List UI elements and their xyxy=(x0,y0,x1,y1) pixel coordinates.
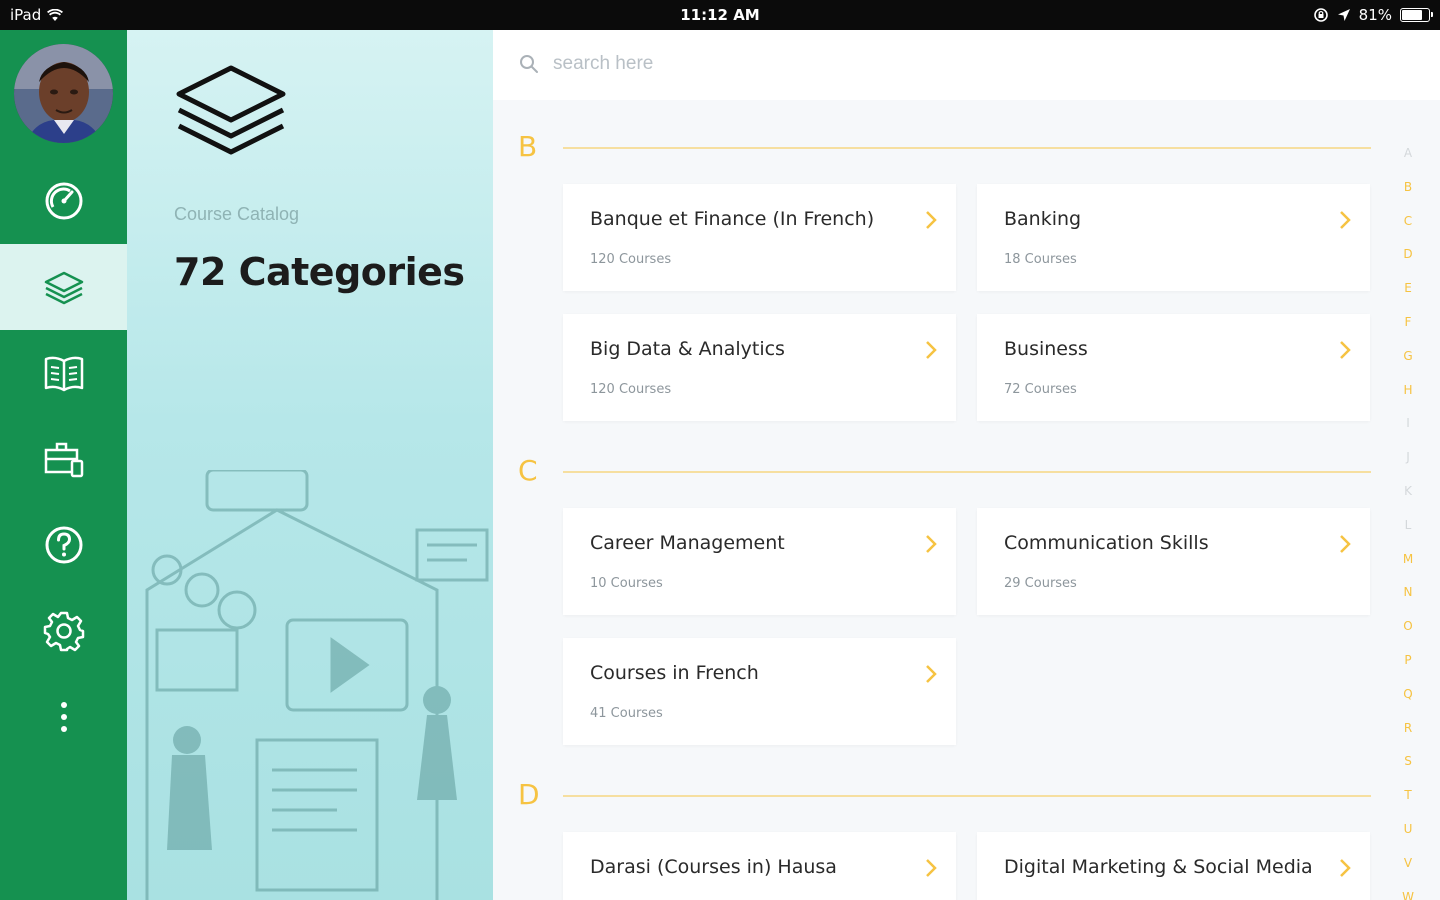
category-name: Banque et Finance (In French) xyxy=(590,208,875,230)
alphabet-letter-m[interactable]: M xyxy=(1396,549,1420,583)
chevron-right-icon xyxy=(926,211,937,229)
category-count: 72 Courses xyxy=(1004,382,1077,397)
learning-illustration xyxy=(145,470,489,900)
alphabet-letter-u[interactable]: U xyxy=(1396,819,1420,853)
category-name: Career Management xyxy=(590,532,785,554)
category-card-french[interactable]: Courses in French 41 Courses xyxy=(563,638,956,745)
search-input[interactable] xyxy=(553,48,1153,80)
category-name: Business xyxy=(1004,338,1088,360)
nav-library[interactable] xyxy=(0,330,127,416)
alphabet-letter-f[interactable]: F xyxy=(1396,312,1420,346)
help-icon xyxy=(45,526,82,564)
section-divider-d xyxy=(563,795,1371,797)
category-name: Big Data & Analytics xyxy=(590,338,785,360)
battery-percent: 81% xyxy=(1358,6,1392,24)
location-arrow-icon xyxy=(1337,9,1350,21)
category-card-banking[interactable]: Banking 18 Courses xyxy=(977,184,1370,291)
category-name: Digital Marketing & Social Media xyxy=(1004,856,1313,878)
main-content: B Banque et Finance (In French) 120 Cour… xyxy=(493,30,1440,900)
category-name: Courses in French xyxy=(590,662,759,684)
category-card-hausa[interactable]: Darasi (Courses in) Hausa xyxy=(563,832,956,900)
alphabet-letter-r[interactable]: R xyxy=(1396,718,1420,752)
alphabet-letter-k[interactable]: K xyxy=(1396,481,1420,515)
alphabet-letter-a[interactable]: A xyxy=(1396,143,1420,177)
alphabet-letter-c[interactable]: C xyxy=(1396,211,1420,245)
orientation-lock-icon xyxy=(1313,8,1328,22)
chevron-right-icon xyxy=(1340,859,1351,877)
layers-logo-icon xyxy=(176,65,286,155)
nav-settings[interactable] xyxy=(0,588,127,674)
dashboard-icon xyxy=(45,182,82,220)
panel-title: 72 Categories xyxy=(174,250,465,294)
avatar-portrait xyxy=(14,44,113,143)
section-letter-c: C xyxy=(518,454,538,487)
battery-icon xyxy=(1400,8,1433,22)
chevron-right-icon xyxy=(926,341,937,359)
category-card-big-data[interactable]: Big Data & Analytics 120 Courses xyxy=(563,314,956,421)
alphabet-letter-l[interactable]: L xyxy=(1396,515,1420,549)
category-count: 41 Courses xyxy=(590,706,663,721)
category-card-banque[interactable]: Banque et Finance (In French) 120 Course… xyxy=(563,184,956,291)
category-count: 29 Courses xyxy=(1004,576,1077,591)
nav-catalog[interactable] xyxy=(0,244,127,330)
nav-dashboard[interactable] xyxy=(0,158,127,244)
avatar[interactable] xyxy=(14,44,113,143)
catalog-panel: Course Catalog 72 Categories xyxy=(127,30,493,900)
alphabet-letter-w[interactable]: W xyxy=(1396,887,1420,900)
panel-subtitle: Course Catalog xyxy=(174,204,300,224)
nav-more[interactable] xyxy=(0,674,127,760)
battery-fill xyxy=(1402,10,1423,20)
chevron-right-icon xyxy=(1340,211,1351,229)
category-count: 10 Courses xyxy=(590,576,663,591)
book-icon xyxy=(44,356,83,392)
alphabet-index[interactable]: ABCDEFGHIJKLMNOPQRSTUVW xyxy=(1396,143,1420,900)
section-divider-b xyxy=(563,147,1371,149)
alphabet-letter-o[interactable]: O xyxy=(1396,616,1420,650)
category-card-business[interactable]: Business 72 Courses xyxy=(977,314,1370,421)
alphabet-letter-p[interactable]: P xyxy=(1396,650,1420,684)
category-name: Darasi (Courses in) Hausa xyxy=(590,856,837,878)
chevron-right-icon xyxy=(926,535,937,553)
alphabet-letter-s[interactable]: S xyxy=(1396,751,1420,785)
category-card-communication[interactable]: Communication Skills 29 Courses xyxy=(977,508,1370,615)
category-card-digital-marketing[interactable]: Digital Marketing & Social Media xyxy=(977,832,1370,900)
search-bar xyxy=(493,30,1440,100)
alphabet-letter-b[interactable]: B xyxy=(1396,177,1420,211)
alphabet-letter-d[interactable]: D xyxy=(1396,244,1420,278)
alphabet-letter-j[interactable]: J xyxy=(1396,447,1420,481)
chevron-right-icon xyxy=(926,665,937,683)
alphabet-letter-n[interactable]: N xyxy=(1396,582,1420,616)
category-count: 120 Courses xyxy=(590,252,672,267)
category-name: Banking xyxy=(1004,208,1082,230)
alphabet-letter-e[interactable]: E xyxy=(1396,278,1420,312)
briefcase-icon xyxy=(44,442,83,478)
alphabet-letter-i[interactable]: I xyxy=(1396,413,1420,447)
alphabet-letter-q[interactable]: Q xyxy=(1396,684,1420,718)
search-icon xyxy=(520,55,538,73)
nav-rail xyxy=(0,30,127,900)
catalog-layers-icon xyxy=(44,271,83,305)
settings-icon xyxy=(43,611,84,652)
nav-help[interactable] xyxy=(0,502,127,588)
chevron-right-icon xyxy=(926,859,937,877)
status-right: 81% xyxy=(1313,6,1433,24)
nav-jobs[interactable] xyxy=(0,416,127,502)
more-vertical-icon xyxy=(60,702,67,732)
alphabet-letter-h[interactable]: H xyxy=(1396,380,1420,414)
alphabet-letter-v[interactable]: V xyxy=(1396,853,1420,887)
category-count: 120 Courses xyxy=(590,382,672,397)
alphabet-letter-t[interactable]: T xyxy=(1396,785,1420,819)
status-time: 11:12 AM xyxy=(680,6,760,24)
section-letter-b: B xyxy=(518,130,538,163)
chevron-right-icon xyxy=(1340,535,1351,553)
alphabet-letter-g[interactable]: G xyxy=(1396,346,1420,380)
section-divider-c xyxy=(563,471,1371,473)
category-count: 18 Courses xyxy=(1004,252,1077,267)
status-bar: iPad 11:12 AM 81% xyxy=(0,0,1440,30)
section-letter-d: D xyxy=(518,778,540,811)
chevron-right-icon xyxy=(1340,341,1351,359)
category-card-career[interactable]: Career Management 10 Courses xyxy=(563,508,956,615)
category-name: Communication Skills xyxy=(1004,532,1209,554)
